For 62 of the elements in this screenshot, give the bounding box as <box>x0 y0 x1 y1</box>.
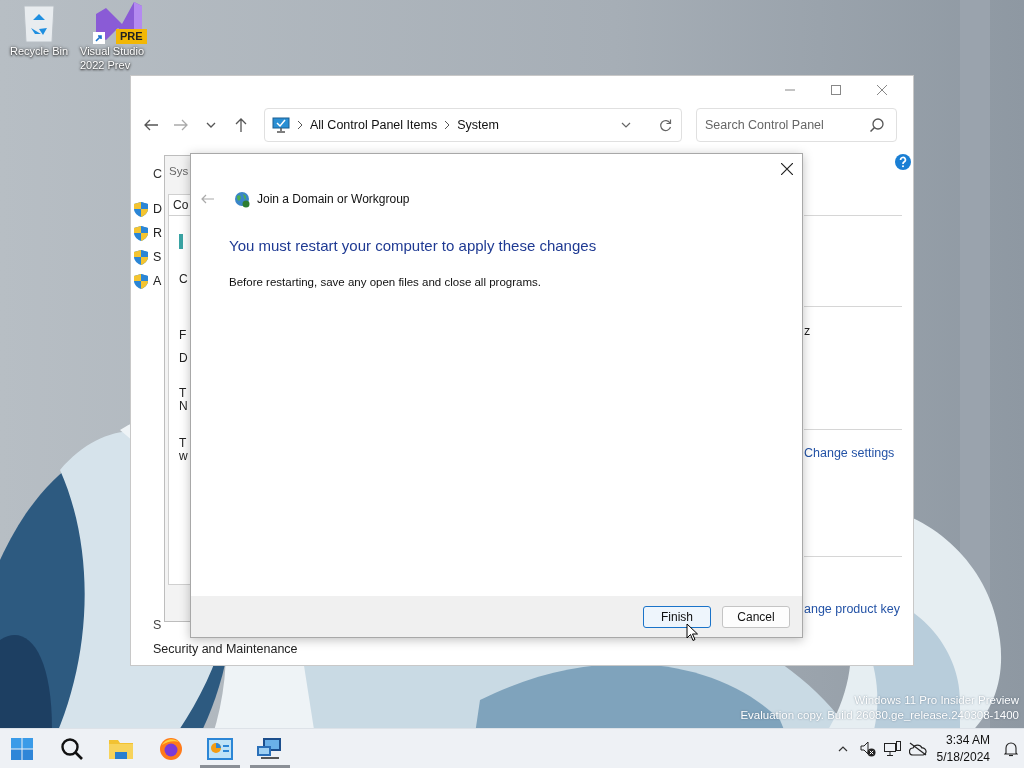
back-arrow-icon <box>144 119 158 131</box>
dialog-message: Before restarting, save any open files and close all programs. <box>229 275 542 289</box>
chevron-icon <box>297 121 303 129</box>
label-text: C <box>179 273 188 286</box>
control-panel-icon <box>207 737 233 760</box>
help-icon[interactable] <box>895 154 911 170</box>
recycle-bin-icon[interactable] <box>21 4 57 44</box>
task-link[interactable]: S <box>153 250 162 264</box>
notification-bell-icon[interactable] <box>1004 740 1018 757</box>
window-title: Sys <box>169 165 189 177</box>
finish-button[interactable]: Finish <box>643 605 711 628</box>
see-also-link[interactable]: Security and Maintenance <box>153 640 298 658</box>
globe-icon <box>234 190 251 208</box>
product-key-link[interactable]: ange product key <box>804 601 900 617</box>
refresh-icon <box>658 118 672 132</box>
change-settings-link[interactable]: Change settings <box>804 445 895 461</box>
caret-icon <box>206 122 216 128</box>
shield-icon <box>134 273 148 289</box>
computer-icon <box>272 117 290 133</box>
cancel-button[interactable]: Cancel <box>722 605 790 628</box>
windows-logo-icon <box>11 737 33 760</box>
maximize-icon <box>831 85 841 95</box>
label-text: F <box>179 329 187 342</box>
section-heading: S <box>153 617 163 633</box>
info-text: z <box>804 323 811 339</box>
breadcrumb-item[interactable]: System <box>457 118 499 132</box>
monitors-icon <box>256 737 283 760</box>
close-icon <box>781 163 793 175</box>
chevron-icon <box>444 121 451 129</box>
label-text: T N <box>179 387 188 413</box>
search-icon <box>870 118 884 132</box>
caret-icon <box>837 745 848 752</box>
up-arrow-icon <box>235 118 247 132</box>
dialog-title: Join a Domain or Workgroup <box>257 192 410 206</box>
cloud-offline-icon[interactable] <box>908 741 927 756</box>
speaker-muted-icon[interactable] <box>859 740 876 757</box>
shield-icon <box>134 201 148 217</box>
network-icon[interactable] <box>883 740 901 757</box>
time-text[interactable]: 3:34 AM <box>945 731 990 749</box>
date-text[interactable]: 5/18/2024 <box>936 748 990 766</box>
caret-icon <box>621 122 631 128</box>
task-link[interactable]: D <box>153 202 163 216</box>
label-text: D <box>179 352 188 365</box>
shield-icon <box>134 225 148 241</box>
close-icon <box>877 85 887 95</box>
address-bar[interactable]: All Control Panel Items System <box>264 108 682 142</box>
search-icon <box>59 736 84 761</box>
search-field[interactable]: Search Control Panel <box>696 108 897 142</box>
back-arrow-icon <box>200 194 214 204</box>
task-link[interactable]: R <box>153 226 163 240</box>
shortcut-arrow-icon <box>93 32 105 44</box>
dialog-heading: You must restart your computer to apply these changes <box>229 236 598 256</box>
section-heading: C <box>153 166 164 182</box>
browser-icon <box>158 736 183 761</box>
folder-icon <box>109 737 133 760</box>
task-link[interactable]: A <box>153 274 162 288</box>
label-text: T w <box>179 437 188 463</box>
breadcrumb-item[interactable]: All Control Panel Items <box>310 118 438 132</box>
forward-arrow-icon <box>174 119 188 131</box>
shield-icon <box>134 249 148 265</box>
computer-icon <box>179 234 183 249</box>
preview-badge: PRE <box>116 29 147 44</box>
